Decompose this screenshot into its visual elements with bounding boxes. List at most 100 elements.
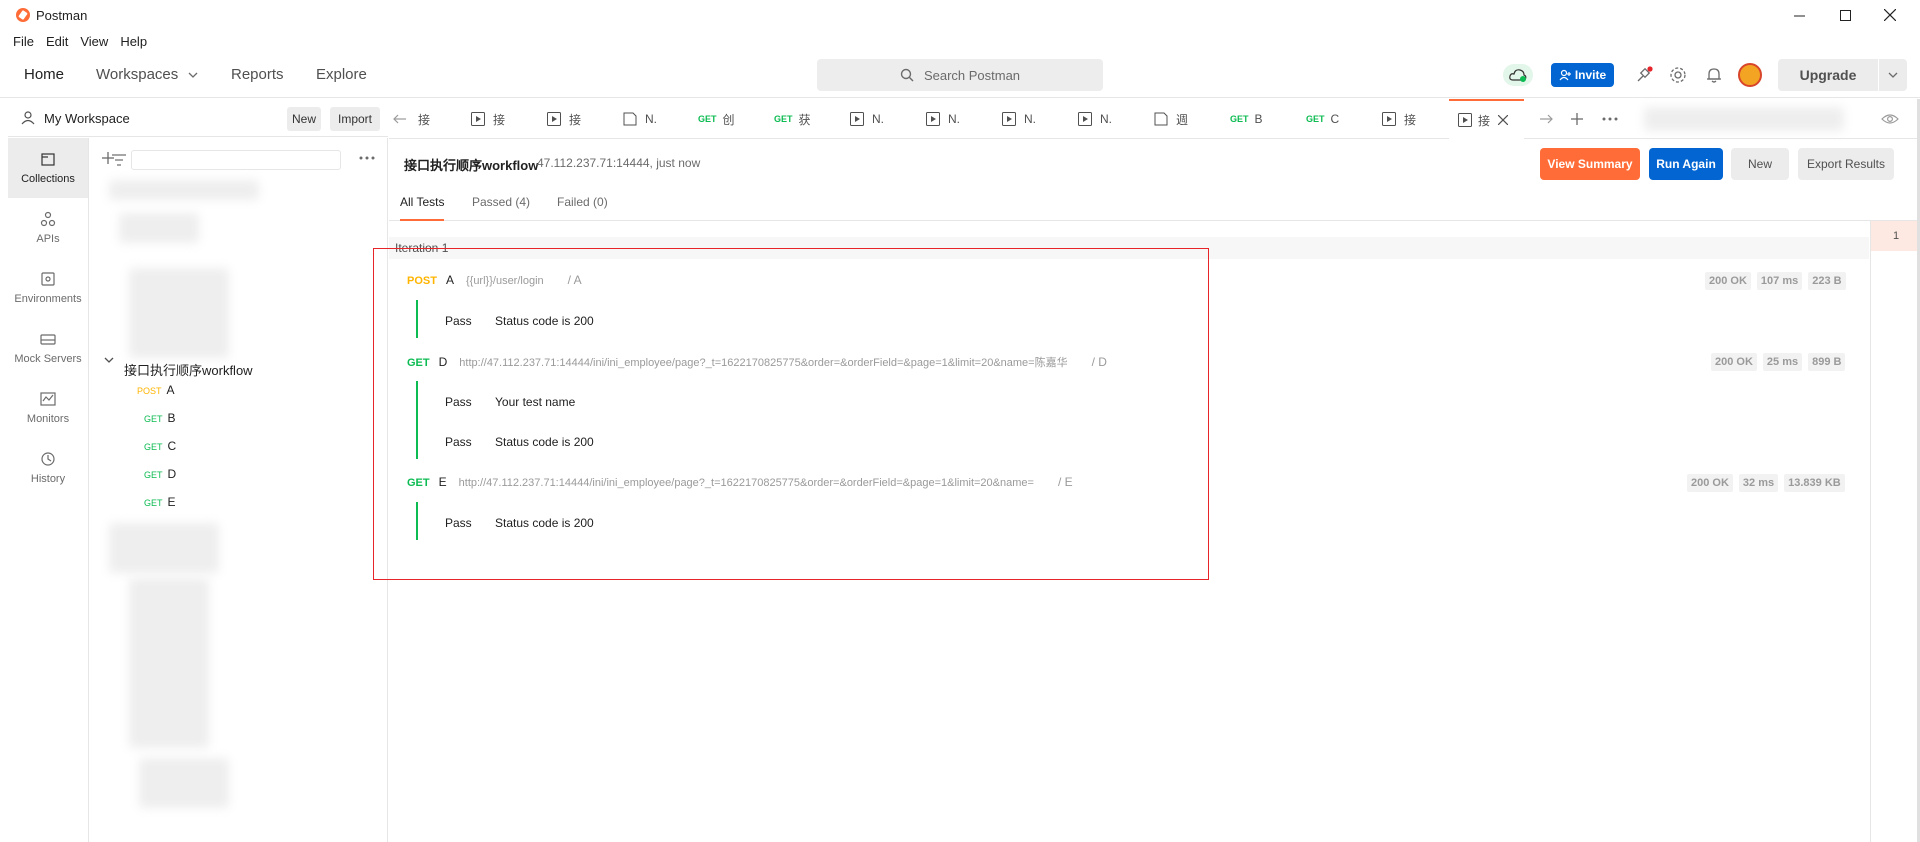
chevron-down-icon[interactable] — [104, 357, 114, 363]
close-window-button[interactable] — [1867, 0, 1913, 30]
collections-sidebar: 接口执行顺序workflow POST A GET B GET C GET D … — [89, 138, 388, 842]
runner-icon — [1078, 112, 1092, 126]
tab[interactable]: N. — [850, 99, 884, 139]
iteration-number[interactable]: 1 — [1871, 221, 1920, 251]
mock-servers-icon — [40, 334, 56, 345]
run-again-button[interactable]: Run Again — [1649, 148, 1723, 180]
tab[interactable]: 接 — [1382, 99, 1416, 139]
size-badge: 899 B — [1808, 353, 1846, 371]
sidebar-request[interactable]: GET E — [144, 495, 176, 509]
more-icon[interactable] — [1602, 117, 1618, 121]
nav-explore[interactable]: Explore — [316, 66, 367, 83]
eye-icon[interactable] — [1881, 113, 1899, 125]
sync-status-button[interactable] — [1503, 64, 1533, 86]
rail-apis[interactable]: APIs — [8, 198, 88, 258]
collection-name[interactable]: 接口执行顺序workflow — [124, 360, 253, 379]
blurred-collection — [129, 268, 229, 358]
menu-view[interactable]: View — [80, 34, 108, 49]
menu-file[interactable]: File — [13, 34, 34, 49]
rail-environments[interactable]: Environments — [8, 258, 88, 318]
runner-icon — [547, 112, 561, 126]
gear-icon — [1670, 67, 1686, 83]
sidebar-request[interactable]: GET B — [144, 411, 176, 425]
rail-label: APIs — [36, 233, 60, 245]
arrow-left-icon[interactable] — [393, 114, 407, 124]
arrow-right-icon[interactable] — [1539, 114, 1553, 124]
tab[interactable]: GET 获 — [774, 99, 811, 139]
rail-label: Environments — [14, 293, 82, 305]
search-bar[interactable]: Search Postman — [817, 59, 1103, 91]
new-run-button[interactable]: New — [1731, 148, 1789, 180]
tab-label: N. — [948, 112, 960, 126]
tab-label: 週 — [1176, 112, 1189, 127]
environments-icon — [41, 272, 55, 286]
left-rail: Collections APIs Environments Mock Serve… — [8, 138, 89, 842]
document-icon — [1154, 112, 1168, 126]
tab-label: 接 — [1478, 113, 1491, 128]
more-icon[interactable] — [359, 156, 375, 160]
tab[interactable]: GET B — [1230, 99, 1263, 139]
request-method: POST — [137, 386, 162, 396]
tab-label: 创 — [722, 112, 735, 127]
nav-workspaces[interactable]: Workspaces — [96, 66, 198, 83]
iteration-rail: 1 — [1870, 221, 1920, 842]
sidebar-request[interactable]: GET D — [144, 467, 176, 481]
request-name: B — [167, 411, 176, 425]
sidebar-request[interactable]: GET C — [144, 439, 176, 453]
tab-passed[interactable]: Passed (4) — [472, 195, 530, 209]
tab[interactable]: 週 — [1154, 99, 1188, 139]
tab-failed[interactable]: Failed (0) — [557, 195, 608, 209]
tab[interactable]: 接 — [418, 99, 430, 139]
settings-button[interactable] — [1668, 65, 1688, 85]
export-results-button[interactable]: Export Results — [1798, 148, 1894, 180]
tab-method: GET — [1306, 114, 1325, 124]
tab[interactable]: 接 — [547, 99, 581, 139]
time-badge: 107 ms — [1756, 272, 1803, 290]
tab-all-tests[interactable]: All Tests — [400, 195, 445, 221]
filter-input[interactable] — [112, 150, 341, 170]
tab[interactable]: N. — [926, 99, 960, 139]
menu-edit[interactable]: Edit — [46, 34, 68, 49]
rail-history[interactable]: History — [8, 438, 88, 498]
upgrade-button[interactable]: Upgrade — [1778, 59, 1878, 91]
tab[interactable]: N. — [623, 99, 657, 139]
minimize-button[interactable] — [1776, 0, 1822, 30]
tab[interactable]: GET 创 — [698, 99, 735, 139]
search-placeholder: Search Postman — [923, 67, 1021, 83]
maximize-button[interactable] — [1822, 0, 1868, 30]
rail-monitors[interactable]: Monitors — [8, 378, 88, 438]
menu-help[interactable]: Help — [120, 34, 147, 49]
close-icon[interactable] — [1498, 115, 1509, 125]
new-button[interactable]: New — [287, 107, 321, 131]
tab-label: N. — [1024, 112, 1036, 126]
workspace-name[interactable]: My Workspace — [44, 111, 130, 126]
rail-mock-servers[interactable]: Mock Servers — [8, 318, 88, 378]
invite-button[interactable]: Invite — [1551, 63, 1614, 87]
satellite-button[interactable] — [1634, 65, 1654, 85]
request-tabs: 接 接 接 N. GET 创 GET 获 N. N. N. N. 週 GET B GE… — [389, 99, 1920, 139]
upgrade-menu-button[interactable] — [1879, 59, 1907, 91]
tab-label: N. — [872, 112, 884, 126]
import-button[interactable]: Import — [330, 107, 380, 131]
tab[interactable]: N. — [1002, 99, 1036, 139]
runner-icon — [926, 112, 940, 126]
add-tab-icon[interactable] — [1570, 112, 1584, 126]
environment-selector[interactable] — [1644, 107, 1844, 131]
blurred-collection — [109, 180, 259, 200]
tab-active[interactable]: 接 — [1449, 99, 1524, 139]
blurred-collection — [139, 758, 229, 808]
view-summary-button[interactable]: View Summary — [1540, 148, 1640, 180]
tab[interactable]: N. — [1078, 99, 1112, 139]
nav-home[interactable]: Home — [24, 66, 64, 83]
user-avatar[interactable] — [1738, 63, 1762, 87]
tab[interactable]: GET C — [1306, 99, 1339, 139]
maximize-icon — [1839, 9, 1851, 21]
tab-method: GET — [774, 114, 793, 124]
filter-icon — [112, 154, 126, 166]
nav-reports[interactable]: Reports — [231, 66, 284, 83]
notifications-button[interactable] — [1704, 65, 1724, 85]
sidebar-request[interactable]: POST A — [137, 383, 175, 397]
runner-icon — [471, 112, 485, 126]
rail-collections[interactable]: Collections — [8, 138, 88, 198]
tab[interactable]: 接 — [471, 99, 505, 139]
